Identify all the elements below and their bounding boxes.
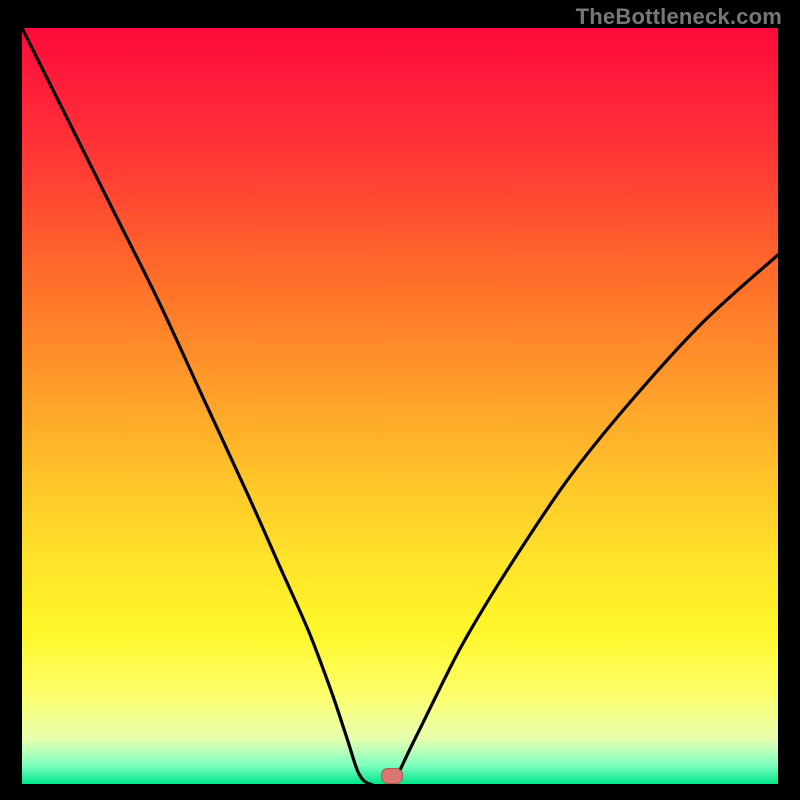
bottleneck-curve xyxy=(22,28,778,784)
plot-area xyxy=(22,28,778,784)
watermark-text: TheBottleneck.com xyxy=(576,4,782,30)
chart-frame: TheBottleneck.com xyxy=(0,0,800,800)
curve-path xyxy=(22,28,778,784)
balanced-point-marker xyxy=(381,768,403,784)
